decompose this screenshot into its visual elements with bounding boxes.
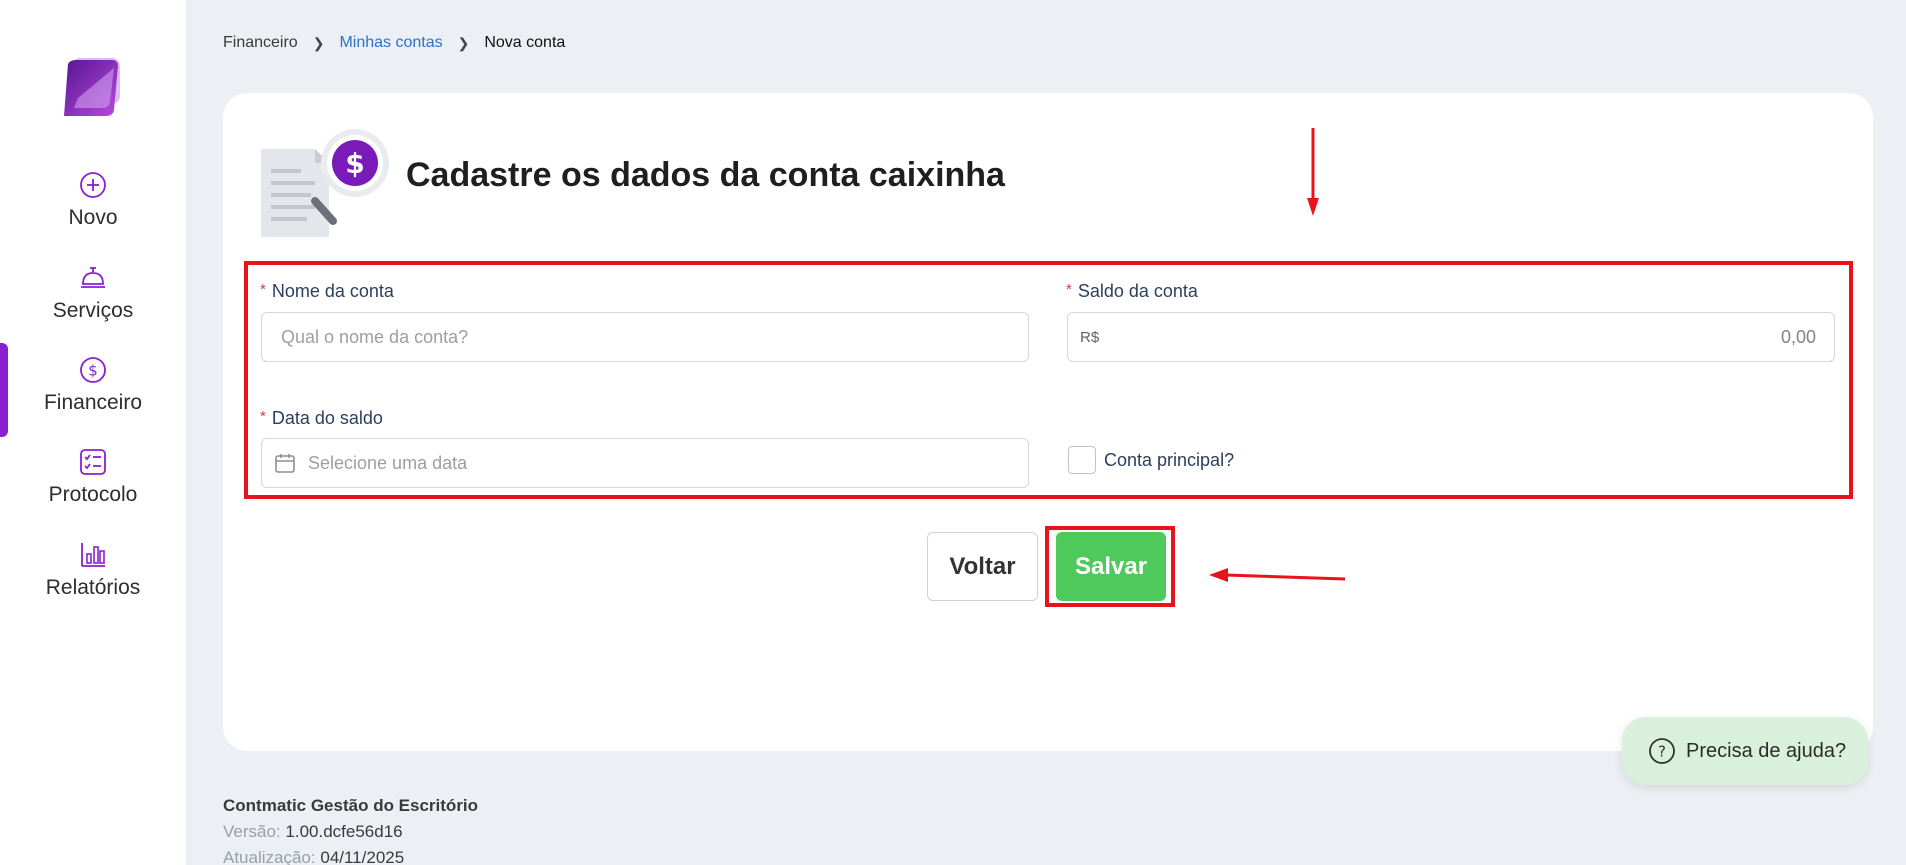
footer-brand: Contmatic Gestão do Escritório: [223, 796, 479, 815]
sidebar-item-label: Financeiro: [43, 391, 143, 414]
version-label: Versão:: [223, 822, 281, 841]
svg-text:?: ?: [1658, 743, 1666, 761]
plus-circle-icon: [80, 172, 106, 198]
footer-update: Atualização: 04/11/2025: [223, 845, 478, 865]
dollar-circle-icon: $: [80, 357, 106, 383]
sidebar-item-novo[interactable]: Novo: [0, 170, 186, 250]
bar-chart-icon: [81, 543, 105, 567]
chevron-right-icon: ❯: [312, 34, 325, 51]
sidebar-item-relatorios[interactable]: Relatórios: [0, 540, 186, 620]
help-button[interactable]: ? Precisa de ajuda?: [1622, 717, 1868, 785]
checklist-icon: [80, 449, 106, 475]
page-title: Cadastre os dados da conta caixinha: [406, 156, 1005, 194]
footer-version: Versão: 1.00.dcfe56d16: [223, 819, 478, 845]
update-value: 04/11/2025: [320, 848, 405, 865]
voltar-button[interactable]: Voltar: [927, 532, 1038, 601]
footer: Contmatic Gestão do Escritório Versão: 1…: [223, 793, 478, 865]
form-card: $ Cadastre os dados da conta caixinha * N…: [223, 93, 1873, 751]
breadcrumb-root[interactable]: Financeiro: [223, 34, 298, 52]
update-label: Atualização:: [223, 848, 316, 865]
sidebar-item-financeiro[interactable]: $ Financeiro: [0, 355, 186, 435]
sidebar-item-label: Protocolo: [48, 483, 138, 506]
chevron-right-icon: ❯: [457, 34, 470, 51]
form-highlight-box: [244, 261, 1853, 499]
version-value: 1.00.dcfe56d16: [285, 822, 403, 841]
sidebar-item-label: Relatórios: [45, 576, 141, 599]
app-logo[interactable]: [60, 58, 122, 118]
help-label: Precisa de ajuda?: [1686, 739, 1847, 762]
breadcrumb: Financeiro ❯ Minhas contas ❯ Nova conta: [223, 34, 565, 52]
question-circle-icon: ?: [1649, 738, 1675, 764]
salvar-highlight-box: [1045, 526, 1175, 607]
svg-text:$: $: [88, 362, 98, 380]
breadcrumb-current: Nova conta: [484, 34, 566, 51]
sidebar-item-protocolo[interactable]: Protocolo: [0, 447, 186, 527]
bell-icon: [81, 267, 105, 288]
sidebar: Novo Serviços $ Financeiro Protocolo Rel…: [0, 0, 186, 865]
document-search-illustration-icon: $: [259, 129, 393, 239]
sidebar-item-label: Serviços: [52, 299, 134, 322]
sidebar-item-label: Novo: [68, 206, 118, 229]
sidebar-item-servicos[interactable]: Serviços: [0, 263, 186, 343]
svg-text:$: $: [345, 147, 364, 180]
breadcrumb-parent-link[interactable]: Minhas contas: [339, 34, 442, 52]
